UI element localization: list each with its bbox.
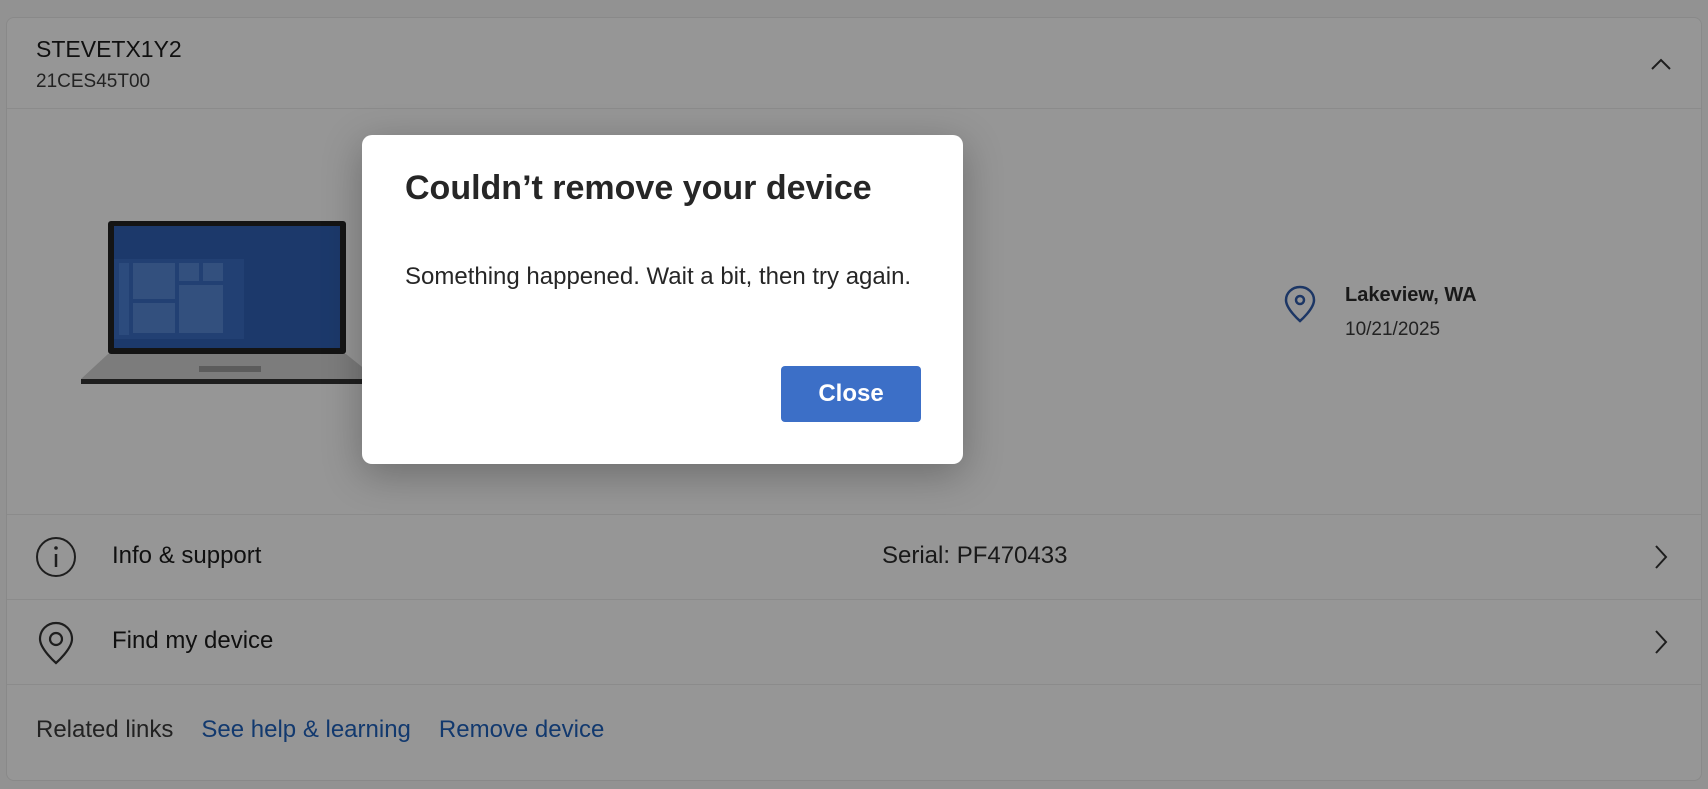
device-settings-page: STEVETX1Y2 21CES45T00 Lakeview, WA 10/21… [0,0,1708,789]
dialog-title: Couldn’t remove your device [405,169,872,207]
dialog-message: Something happened. Wait a bit, then try… [405,263,912,290]
close-button[interactable]: Close [781,366,921,422]
error-dialog: Couldn’t remove your device Something ha… [362,135,963,464]
